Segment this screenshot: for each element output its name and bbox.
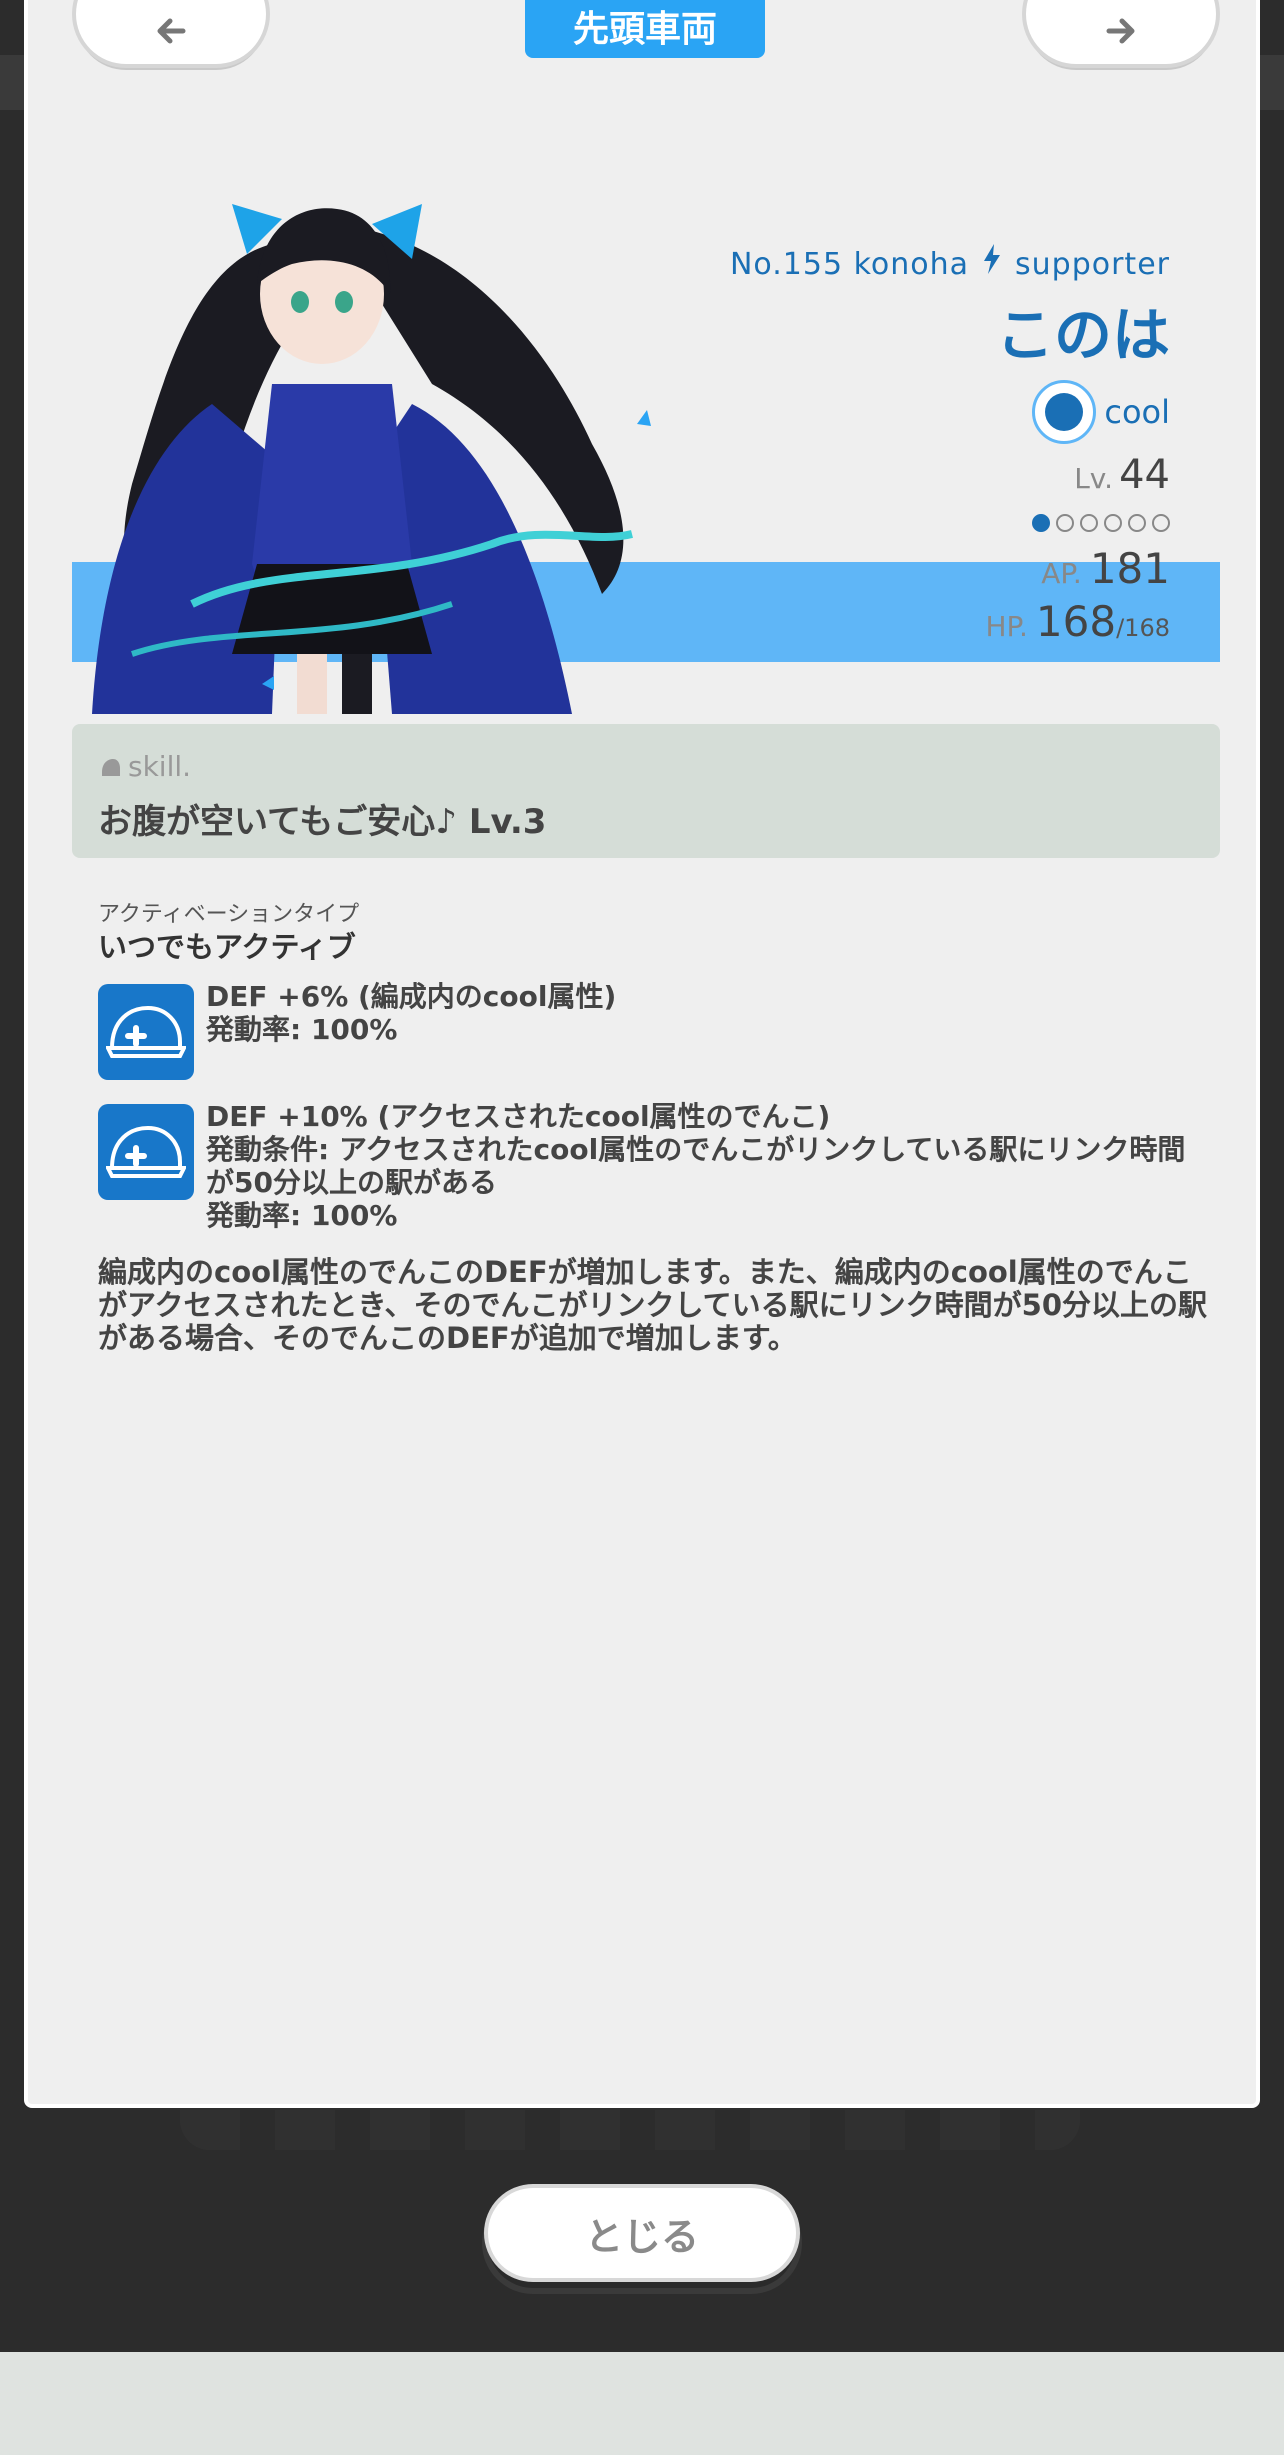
activation-type: いつでもアクティブ: [98, 930, 356, 964]
rank-dot: [1032, 514, 1050, 532]
effect-line: DEF +10% (アクセスされたcool属性のでんこ): [206, 1100, 831, 1133]
ap-label: AP.: [1041, 557, 1082, 590]
character-illustration: [92, 204, 651, 714]
character-number: No.155 konoha: [729, 247, 970, 282]
level-label: Lv.: [1074, 462, 1114, 495]
arrow-right-icon: [1106, 18, 1135, 44]
skill-label-row: skill.: [100, 750, 191, 783]
effect-line: 発動率: 100%: [206, 1199, 398, 1232]
skill-description: 編成内のcool属性のでんこのDEFが増加します。また、編成内のcool属性ので…: [98, 1255, 1208, 1355]
close-button[interactable]: とじる: [488, 2188, 796, 2278]
rank-dot: [1128, 514, 1146, 532]
rank-dot: [1056, 514, 1074, 532]
cool-attribute-icon: [1032, 380, 1097, 444]
effect-line: 発動率: 100%: [206, 1013, 398, 1046]
effect-line: 発動条件: アクセスされたcool属性のでんこがリンクしている駅にリンク時間が5…: [206, 1133, 1186, 1199]
effect-item: DEF +10% (アクセスされたcool属性のでんこ) 発動条件: アクセスさ…: [98, 1100, 1208, 1254]
effect-item: DEF +6% (編成内のcool属性) 発動率: 100%: [98, 980, 1208, 1084]
rank-dot: [1104, 514, 1122, 532]
skill-label: skill.: [128, 750, 192, 783]
character-id-line: No.155 konoha supporter: [730, 244, 1170, 282]
skill-header: skill. お腹が空いてもご安心♪ Lv.3: [72, 724, 1220, 858]
arrow-left-icon: [157, 18, 186, 44]
character-detail-panel: 先頭車両 No.155 konoha supporter このは cool Lv…: [24, 0, 1260, 2108]
hp-max: /168: [1116, 614, 1170, 642]
rank-indicator: [730, 514, 1170, 532]
attribute-label: cool: [1104, 393, 1170, 431]
skill-name: お腹が空いてもご安心♪ Lv.3: [98, 802, 547, 842]
character-role: supporter: [1015, 247, 1170, 282]
level-row: Lv. 44: [730, 452, 1170, 498]
effect-text: DEF +10% (アクセスされたcool属性のでんこ) 発動条件: アクセスさ…: [206, 1100, 1206, 1232]
hp-value: 168: [1035, 597, 1117, 646]
hp-label: HP.: [985, 610, 1028, 643]
hp-row: HP. 168/168: [730, 597, 1170, 646]
character-info: No.155 konoha supporter このは cool Lv. 44 AP…: [730, 244, 1170, 646]
attribute-row: cool: [730, 380, 1170, 444]
effect-line: DEF +6% (編成内のcool属性): [206, 980, 617, 1013]
page-title: 先頭車両: [525, 0, 765, 58]
lightning-icon: [983, 244, 1001, 282]
next-button[interactable]: [1026, 0, 1216, 64]
character-showcase: No.155 konoha supporter このは cool Lv. 44 AP…: [72, 104, 1220, 714]
rank-dot: [1152, 514, 1170, 532]
helmet-plus-icon: [98, 984, 194, 1080]
level-value: 44: [1119, 452, 1170, 498]
bottom-bar: [0, 2352, 1284, 2455]
rank-dot: [1080, 514, 1098, 532]
panel-shadow: [180, 2110, 1080, 2150]
skill-helmet-icon: [102, 758, 120, 776]
ap-row: AP. 181: [730, 544, 1170, 593]
effect-text: DEF +6% (編成内のcool属性) 発動率: 100%: [206, 980, 1206, 1046]
character-name: このは: [995, 301, 1170, 369]
ap-value: 181: [1089, 544, 1170, 593]
previous-button[interactable]: [76, 0, 266, 64]
helmet-plus-icon: [98, 1104, 194, 1200]
